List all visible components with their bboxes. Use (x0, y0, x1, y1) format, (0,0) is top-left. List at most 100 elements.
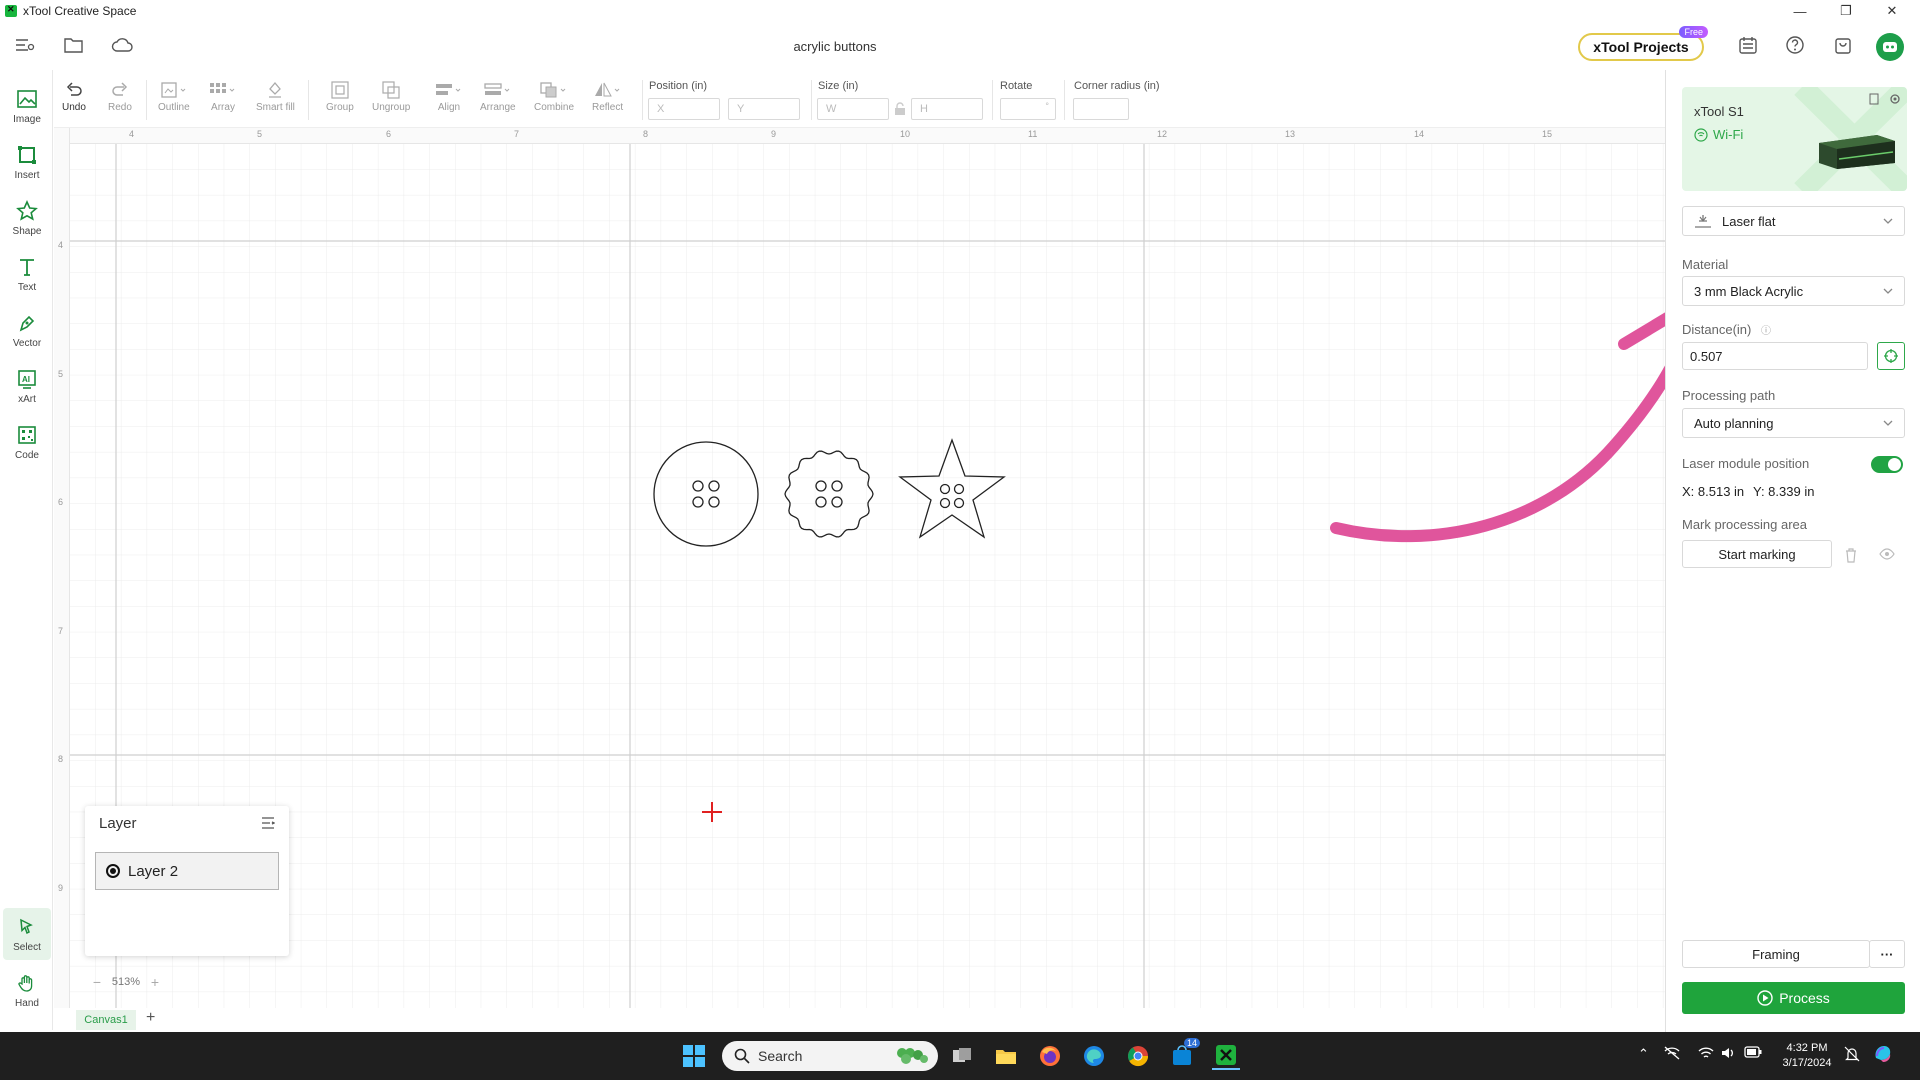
design-canvas[interactable]: 4 5 6 7 8 9 10 11 12 13 14 15 4 5 6 7 8 … (54, 128, 1665, 1008)
layer-item[interactable]: Layer 2 (95, 852, 279, 890)
corner-radius-input[interactable] (1073, 98, 1129, 120)
array-button[interactable]: Array (208, 78, 238, 113)
left-toolbar: Image Insert Shape Text Vector AI xArt C… (0, 70, 53, 1030)
processing-path-label: Processing path (1682, 388, 1776, 403)
store-app-icon[interactable]: 14 (1168, 1038, 1200, 1070)
group-button[interactable]: Group (326, 78, 354, 113)
zoom-level[interactable]: 513% (106, 976, 146, 988)
layer-radio[interactable] (106, 864, 120, 878)
mark-processing-area-label: Mark processing area (1682, 517, 1807, 532)
user-avatar[interactable] (1876, 33, 1904, 61)
chrome-icon[interactable] (1124, 1042, 1152, 1070)
smart-fill-button[interactable]: Smart fill (256, 78, 295, 113)
size-h-input[interactable]: H (911, 98, 983, 120)
canvas-tab[interactable]: Canvas1 (76, 1010, 136, 1030)
zoom-in-button[interactable]: + (146, 974, 164, 990)
round-button[interactable] (653, 441, 759, 547)
hand-tool[interactable]: Hand (3, 964, 51, 1016)
gear-button[interactable] (784, 450, 874, 538)
system-clock[interactable]: 4:32 PM 3/17/2024 (1774, 1041, 1840, 1071)
taskbar-search[interactable]: Search (722, 1041, 938, 1071)
shamrock-icon (897, 1048, 928, 1064)
text-tool[interactable]: Text (3, 248, 51, 300)
file-explorer-icon[interactable] (992, 1042, 1020, 1070)
wifi-icon[interactable] (1698, 1046, 1714, 1060)
align-icon (434, 78, 464, 102)
lock-ratio-icon[interactable] (894, 102, 906, 116)
edge-browser-icon[interactable] (1080, 1042, 1108, 1070)
size-w-input[interactable]: W (817, 98, 889, 120)
align-button[interactable]: Align (434, 78, 464, 113)
volume-icon[interactable] (1720, 1046, 1736, 1060)
rotate-input[interactable]: ° (1000, 98, 1056, 120)
undo-button[interactable]: Undo (62, 78, 86, 113)
battery-icon[interactable] (1744, 1046, 1762, 1058)
toolbar-divider (1064, 80, 1065, 120)
start-marking-button[interactable]: Start marking (1682, 540, 1832, 568)
maximize-button[interactable]: ❐ (1823, 0, 1869, 22)
svg-text:AI: AI (22, 375, 30, 384)
xtool-projects-button[interactable]: xTool Projects Free (1578, 26, 1708, 61)
processing-path-select[interactable]: Auto planning (1682, 408, 1905, 438)
measure-distance-button[interactable] (1877, 342, 1905, 370)
chevron-down-icon (1883, 420, 1893, 426)
device-card[interactable]: xTool S1 Wi-Fi (1682, 87, 1907, 191)
windows-start-icon[interactable] (680, 1042, 708, 1070)
material-select[interactable]: 3 mm Black Acrylic (1682, 276, 1905, 306)
zoom-out-button[interactable]: − (88, 974, 106, 990)
close-button[interactable]: ✕ (1869, 0, 1915, 22)
vertical-ruler: 4 5 6 7 8 9 (54, 128, 70, 1008)
device-settings-icon[interactable] (1889, 93, 1901, 105)
processing-mode-select[interactable]: Laser flat (1682, 206, 1905, 236)
device-settings-panel: xTool S1 Wi-Fi Laser flat Material 3 mm … (1665, 70, 1920, 1032)
copilot-icon[interactable] (1872, 1042, 1894, 1064)
select-arrow-icon (15, 915, 39, 939)
clipboard-icon[interactable] (1735, 32, 1761, 58)
image-tool[interactable]: Image (3, 80, 51, 132)
distance-input[interactable]: 0.507 (1682, 342, 1868, 370)
distance-label: Distance(in) ⓘ (1682, 322, 1771, 337)
insert-tool[interactable]: Insert (3, 136, 51, 188)
process-button[interactable]: Process (1682, 982, 1905, 1014)
reflect-button[interactable]: Reflect (592, 78, 623, 113)
minimize-button[interactable]: — (1777, 0, 1823, 22)
layer-options-icon[interactable] (261, 816, 275, 830)
select-tool[interactable]: Select (3, 908, 51, 960)
xart-tool[interactable]: AI xArt (3, 360, 51, 412)
arrange-icon (483, 78, 513, 102)
module-y-coordinate: Y: 8.339 in (1753, 484, 1815, 499)
ungroup-button[interactable]: Ungroup (372, 78, 410, 113)
material-label: Material (1682, 257, 1729, 272)
add-canvas-button[interactable]: + (146, 1009, 155, 1027)
task-view-icon[interactable] (948, 1042, 976, 1070)
firefox-icon[interactable] (1036, 1042, 1064, 1070)
redo-button[interactable]: Redo (108, 78, 132, 113)
xtool-app-icon[interactable] (1212, 1042, 1240, 1070)
device-details-icon[interactable] (1868, 93, 1880, 105)
position-y-input[interactable]: Y (728, 98, 800, 120)
laser-module-position-toggle[interactable] (1871, 456, 1903, 473)
network-off-icon[interactable] (1664, 1046, 1680, 1060)
code-tool[interactable]: Code (3, 416, 51, 468)
delete-marking-icon[interactable] (1844, 547, 1858, 563)
combine-button[interactable]: Combine (534, 78, 574, 113)
outline-icon (159, 78, 189, 102)
show-marking-button[interactable] (1870, 540, 1904, 568)
array-icon (208, 78, 238, 102)
shape-tool[interactable]: Shape (3, 192, 51, 244)
more-options-button[interactable]: ··· (1869, 940, 1905, 968)
arrange-button[interactable]: Arrange (480, 78, 516, 113)
shape-icon (15, 199, 39, 223)
position-x-input[interactable]: X (648, 98, 720, 120)
shopping-bag-icon[interactable] (1830, 32, 1856, 58)
corner-radius-label: Corner radius (in) (1074, 80, 1160, 92)
tray-chevron-up-icon[interactable]: ⌃ (1638, 1046, 1649, 1062)
vector-tool[interactable]: Vector (3, 304, 51, 356)
info-icon[interactable]: ⓘ (1761, 322, 1771, 337)
star-button[interactable] (898, 438, 1006, 539)
help-icon[interactable] (1782, 32, 1808, 58)
outline-button[interactable]: Outline (158, 78, 190, 113)
framing-button[interactable]: Framing (1682, 940, 1870, 968)
layer-panel: Layer Layer 2 (85, 806, 289, 956)
notification-bell-off-icon[interactable] (1844, 1046, 1860, 1062)
